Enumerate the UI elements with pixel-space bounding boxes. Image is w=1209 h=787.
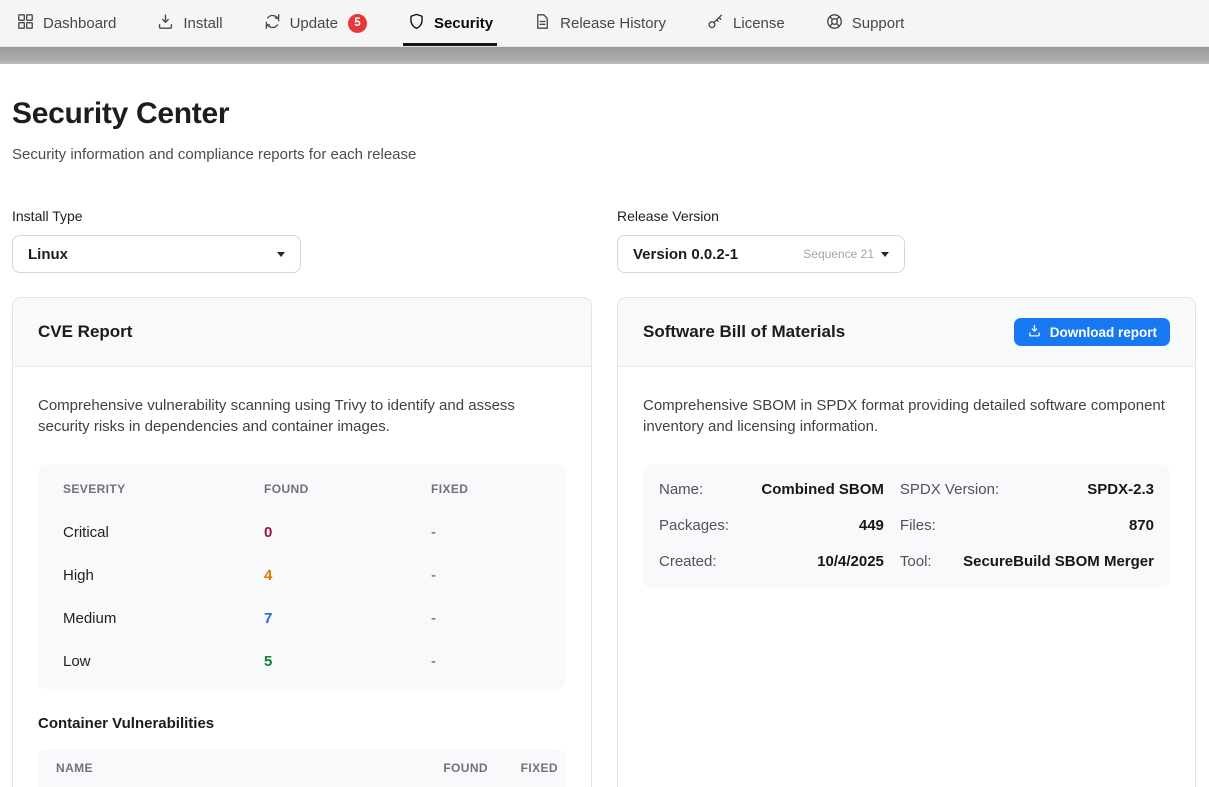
- download-icon: [1027, 323, 1042, 341]
- nav-item-license[interactable]: License: [706, 0, 785, 46]
- sbom-detail-value: 870: [1015, 508, 1154, 544]
- release-version-label: Release Version: [617, 208, 1196, 224]
- chevron-down-icon: [881, 252, 889, 257]
- name-col-header: NAME: [56, 761, 410, 775]
- nav-item-label: Dashboard: [43, 15, 116, 32]
- severity-label: High: [63, 567, 264, 584]
- cve-report-card: CVE Report Comprehensive vulnerability s…: [12, 297, 592, 787]
- cve-card-header: CVE Report: [13, 298, 591, 367]
- download-icon: [156, 12, 175, 35]
- sbom-card-header: Software Bill of Materials Download repo…: [618, 298, 1195, 367]
- found-count: 5: [264, 653, 431, 670]
- sbom-detail-value: 10/4/2025: [745, 544, 884, 580]
- found-count: 0: [264, 524, 431, 541]
- nav-item-label: Install: [183, 15, 222, 32]
- cve-card-title: CVE Report: [38, 322, 132, 342]
- document-icon: [533, 12, 552, 35]
- fixed-count: -: [431, 524, 541, 541]
- severity-table-header: SEVERITY FOUND FIXED: [38, 468, 566, 511]
- table-row-low: Low 5 -: [38, 640, 566, 683]
- nav-item-update[interactable]: Update 5: [263, 0, 367, 46]
- security-center-page: Security Center Security information and…: [0, 97, 1209, 787]
- page-subtitle: Security information and compliance repo…: [12, 146, 1196, 163]
- container-vulnerabilities-table-header: NAME FOUND FIXED: [38, 749, 566, 787]
- sbom-detail-value: SPDX-2.3: [1015, 472, 1154, 508]
- nav-item-label: Update: [290, 15, 338, 32]
- nav-item-security[interactable]: Security: [407, 0, 493, 46]
- install-type-filter: Install Type Linux: [12, 208, 592, 273]
- install-type-label: Install Type: [12, 208, 592, 224]
- sbom-card: Software Bill of Materials Download repo…: [617, 297, 1196, 787]
- nav-item-label: Security: [434, 15, 493, 32]
- nav-item-install[interactable]: Install: [156, 0, 222, 46]
- gray-divider-bar: [0, 47, 1209, 64]
- update-count-badge: 5: [348, 14, 367, 33]
- severity-col-header: SEVERITY: [63, 482, 264, 496]
- key-icon: [706, 12, 725, 35]
- release-version-value: Version 0.0.2-1: [633, 246, 738, 263]
- table-row-medium: Medium 7 -: [38, 597, 566, 640]
- sequence-meta: Sequence 21: [803, 247, 874, 261]
- sbom-detail-label: SPDX Version:: [900, 472, 999, 508]
- sbom-detail-label: Files:: [900, 508, 999, 544]
- refresh-icon: [263, 12, 282, 35]
- sbom-card-title: Software Bill of Materials: [643, 322, 845, 342]
- sbom-detail-label: Packages:: [659, 508, 729, 544]
- severity-table: SEVERITY FOUND FIXED Critical 0 - High 4…: [38, 464, 566, 689]
- page-title: Security Center: [12, 97, 1196, 131]
- sbom-detail-label: Name:: [659, 472, 729, 508]
- found-col-header: FOUND: [264, 482, 431, 496]
- fixed-col-header: FIXED: [431, 482, 541, 496]
- sbom-detail-label: Created:: [659, 544, 729, 580]
- top-nav: Dashboard Install Update 5 Security Rele…: [0, 0, 1209, 47]
- lifebuoy-icon: [825, 12, 844, 35]
- fixed-col-header: FIXED: [520, 761, 558, 775]
- sbom-detail-value: Combined SBOM: [745, 472, 884, 508]
- shield-icon: [407, 12, 426, 35]
- install-type-select[interactable]: Linux: [12, 235, 301, 273]
- sbom-detail-value: 449: [745, 508, 884, 544]
- nav-item-label: Support: [852, 15, 905, 32]
- container-vulnerabilities-title: Container Vulnerabilities: [38, 715, 566, 732]
- severity-label: Low: [63, 653, 264, 670]
- download-report-label: Download report: [1050, 325, 1157, 340]
- release-version-filter: Release Version Version 0.0.2-1 Sequence…: [617, 208, 1196, 273]
- fixed-count: -: [431, 653, 541, 670]
- nav-item-label: Release History: [560, 15, 666, 32]
- table-row-high: High 4 -: [38, 554, 566, 597]
- nav-item-release-history[interactable]: Release History: [533, 0, 666, 46]
- sbom-details-table: Name: Combined SBOM SPDX Version: SPDX-2…: [643, 464, 1170, 588]
- fixed-count: -: [431, 567, 541, 584]
- nav-item-support[interactable]: Support: [825, 0, 905, 46]
- nav-item-dashboard[interactable]: Dashboard: [16, 0, 116, 46]
- severity-label: Critical: [63, 524, 264, 541]
- filters-row: Install Type Linux Release Version Versi…: [12, 208, 1196, 273]
- found-count: 4: [264, 567, 431, 584]
- table-row-critical: Critical 0 -: [38, 511, 566, 554]
- fixed-count: -: [431, 610, 541, 627]
- cards-row: CVE Report Comprehensive vulnerability s…: [12, 297, 1196, 787]
- sbom-detail-value: SecureBuild SBOM Merger: [1015, 544, 1154, 580]
- release-version-select[interactable]: Version 0.0.2-1 Sequence 21: [617, 235, 905, 273]
- cve-card-body: Comprehensive vulnerability scanning usi…: [13, 367, 591, 787]
- severity-label: Medium: [63, 610, 264, 627]
- cve-description: Comprehensive vulnerability scanning usi…: [38, 395, 560, 438]
- download-report-button[interactable]: Download report: [1014, 318, 1170, 346]
- sbom-card-body: Comprehensive SBOM in SPDX format provid…: [618, 367, 1195, 616]
- dashboard-icon: [16, 12, 35, 35]
- sbom-description: Comprehensive SBOM in SPDX format provid…: [643, 395, 1165, 438]
- install-type-value: Linux: [28, 246, 68, 263]
- chevron-down-icon: [277, 252, 285, 257]
- found-col-header: FOUND: [442, 761, 488, 775]
- nav-item-label: License: [733, 15, 785, 32]
- found-count: 7: [264, 610, 431, 627]
